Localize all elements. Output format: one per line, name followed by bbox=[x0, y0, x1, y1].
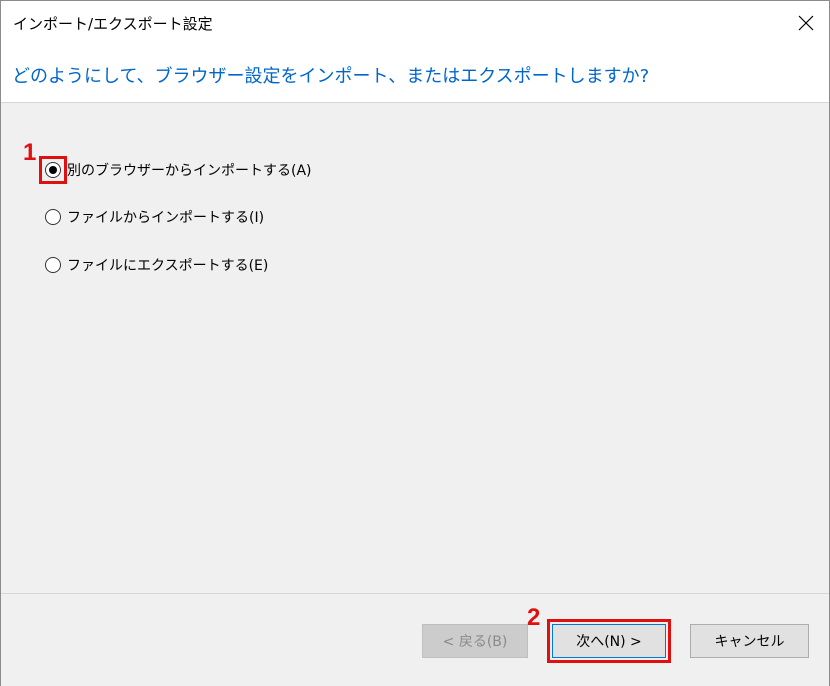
step-1-marker: 1 bbox=[23, 139, 37, 166]
next-button[interactable]: 次へ(N) > bbox=[552, 624, 666, 658]
radio-import-from-file[interactable] bbox=[45, 209, 61, 225]
option-label: 別のブラウザーからインポートする(A) bbox=[67, 163, 312, 179]
cancel-button[interactable]: キャンセル bbox=[690, 624, 809, 658]
options-panel: 1 別のブラウザーからインポートする(A) ファイルからインポートする(I) フ… bbox=[1, 103, 829, 593]
option-label: ファイルにエクスポートする(E) bbox=[67, 258, 269, 274]
button-bar: < 戻る(B) 2 次へ(N) > キャンセル bbox=[1, 593, 829, 686]
option-export-to-file[interactable]: ファイルにエクスポートする(E) bbox=[45, 254, 268, 276]
dialog-header: どのようにして、ブラウザー設定をインポート、またはエクスポートしますか? bbox=[1, 45, 829, 103]
option-import-from-file[interactable]: ファイルからインポートする(I) bbox=[45, 206, 264, 228]
back-button[interactable]: < 戻る(B) bbox=[422, 624, 528, 658]
import-export-dialog: インポート/エクスポート設定 どのようにして、ブラウザー設定をインポート、または… bbox=[0, 0, 830, 686]
step-2-marker: 2 bbox=[527, 604, 541, 631]
radio-import-from-browser[interactable] bbox=[45, 162, 61, 178]
close-icon bbox=[798, 15, 814, 31]
close-button[interactable] bbox=[783, 1, 829, 45]
dialog-title: インポート/エクスポート設定 bbox=[13, 15, 213, 33]
header-question: どのようにして、ブラウザー設定をインポート、またはエクスポートしますか? bbox=[12, 66, 650, 87]
radio-export-to-file[interactable] bbox=[45, 257, 61, 273]
title-bar: インポート/エクスポート設定 bbox=[1, 1, 829, 45]
option-label: ファイルからインポートする(I) bbox=[67, 210, 265, 226]
option-import-from-browser[interactable]: 別のブラウザーからインポートする(A) bbox=[45, 159, 312, 181]
